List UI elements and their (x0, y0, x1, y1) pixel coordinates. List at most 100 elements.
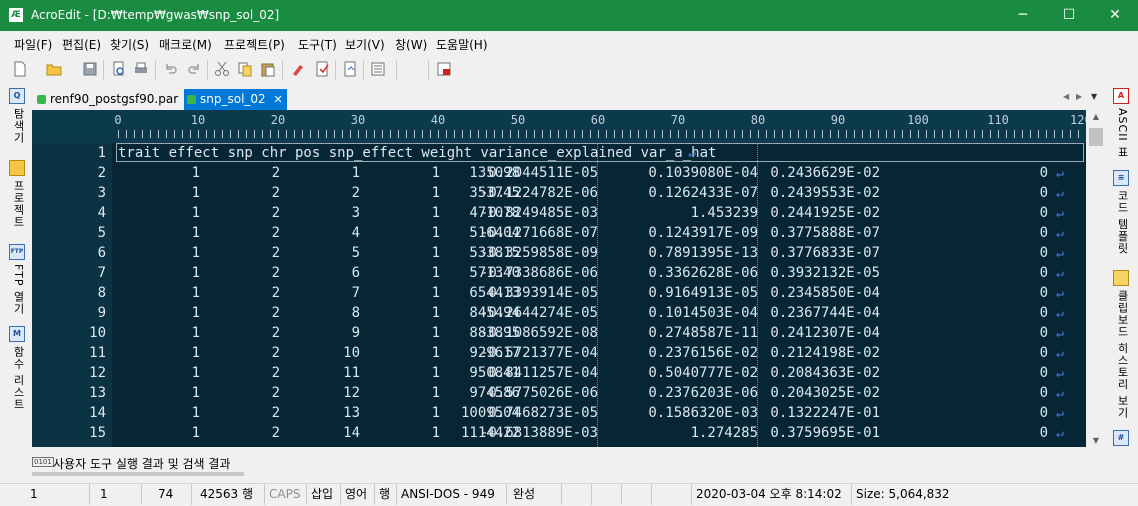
newline-marker-icon: ↵ (1056, 206, 1064, 221)
newline-marker-icon: ↵ (1056, 326, 1064, 341)
right-side-panel: A ASCII 표 ≡ 코드 템플릿 클립보드 히스토리 보기 # (1107, 84, 1138, 450)
tab-close-icon[interactable]: ✕ (274, 93, 283, 106)
table-cell: -0.3259858E-09 (479, 245, 598, 261)
menu-view[interactable]: 보기(V) (345, 36, 385, 53)
table-cell: -0.1271668E-07 (479, 225, 598, 241)
open-folder-icon[interactable] (46, 61, 62, 77)
ascii-table-button[interactable]: A ASCII 표 (1113, 88, 1131, 158)
binary-output-icon: 0101 (32, 457, 54, 467)
ftp-panel-button[interactable]: FTP FTP 열기 (9, 244, 27, 315)
print-preview-icon[interactable] (111, 61, 127, 77)
tab-renf90[interactable]: renf90_postgsf90.par (34, 89, 178, 110)
newline-marker-icon: ↵ (688, 146, 696, 161)
tab-snp-sol-02[interactable]: snp_sol_02 ✕ (184, 89, 287, 110)
template-icon: ≡ (1113, 170, 1129, 186)
magnifier-icon: Q (9, 88, 25, 104)
newline-marker-icon: ↵ (1056, 426, 1064, 441)
header-line: trait effect snp chr pos snp_effect weig… (118, 145, 717, 161)
tab-scroll-right-icon[interactable]: ▶ (1076, 92, 1082, 101)
clipboard-icon (1113, 270, 1129, 286)
menu-help[interactable]: 도움말(H) (436, 36, 488, 53)
table-cell: 0.1243917E-09 (648, 225, 758, 241)
table-cell: 0.3759695E-01 (770, 425, 880, 441)
ruler-number: 50 (510, 113, 526, 127)
title-bar: Æ AcroEdit - [D:₩temp₩gwas₩snp_sol_02] ─… (0, 0, 1138, 31)
list-view-icon[interactable] (370, 61, 386, 77)
table-cell: -0.6813889E-03 (479, 425, 598, 441)
newline-marker-icon: ↵ (1056, 286, 1064, 301)
vertical-scrollbar[interactable]: ▲ ▼ (1086, 110, 1106, 447)
status-language: 영어 (341, 484, 375, 505)
status-file-size: Size: 5,064,832 (856, 487, 950, 501)
bookmark-icon[interactable] (314, 61, 330, 77)
output-panel-tab[interactable]: 0101 사용자 도구 실행 결과 및 검색 결과 (32, 450, 1106, 478)
menu-project[interactable]: 프로젝트(P) (224, 36, 285, 53)
close-button[interactable]: ✕ (1092, 0, 1138, 31)
scroll-up-arrow-icon[interactable]: ▲ (1086, 112, 1106, 121)
menu-edit[interactable]: 편집(E) (62, 36, 101, 53)
paste-icon[interactable] (260, 61, 276, 77)
left-side-panel: Q 탐색기 프로젝트 FTP FTP 열기 M 함수 리스트 (0, 84, 32, 450)
document-tab-bar: renf90_postgsf90.par snp_sol_02 ✕ ◀ ▶ ▼ (32, 84, 1107, 110)
status-bar: 1 1 74 42563 행 CAPS 삽입 영어 행 ANSI-DOS - 9… (0, 483, 1138, 506)
function-list-panel-button[interactable]: M 함수 리스트 (9, 326, 27, 411)
table-cell: -0.2644274E-05 (479, 305, 598, 321)
table-cell: -0.1086592E-08 (479, 325, 598, 341)
status-encoding: ANSI-DOS - 949 (397, 484, 507, 505)
table-cell: 0.2084363E-02 (770, 365, 880, 381)
new-file-icon[interactable] (12, 61, 28, 77)
table-cell: -0.5721377E-04 (479, 345, 598, 361)
table-cell: 0.5040777E-02 (648, 365, 758, 381)
hash-button[interactable]: # (1113, 430, 1131, 446)
explorer-panel-button[interactable]: Q 탐색기 (9, 88, 27, 144)
goto-icon[interactable] (342, 61, 358, 77)
table-cell: -0.7338686E-06 (479, 265, 598, 281)
column-ruler: 0 10 20 30 40 50 60 70 80 90 100 110 120 (32, 110, 1092, 143)
table-cell: 0 (1039, 365, 1048, 381)
highlight-icon[interactable] (290, 61, 306, 77)
scroll-down-arrow-icon[interactable]: ▼ (1086, 436, 1106, 445)
table-cell: 0.2044511E-05 (488, 165, 598, 181)
code-template-button[interactable]: ≡ 코드 템플릿 (1113, 170, 1131, 255)
menu-find[interactable]: 찾기(S) (110, 36, 149, 53)
ruler-number: 30 (350, 113, 366, 127)
save-icon[interactable] (82, 61, 98, 77)
table-cell: 0.8411257E-04 (488, 365, 598, 381)
table-cell: 0.2748587E-11 (648, 325, 758, 341)
status-state: 완성 (507, 484, 562, 505)
output-panel-label: 사용자 도구 실행 결과 및 검색 결과 (53, 457, 231, 471)
table-cell: 0 (1039, 225, 1048, 241)
redo-icon[interactable] (186, 61, 202, 77)
table-cell: 0.1039080E-04 (648, 165, 758, 181)
tab-scroll-left-icon[interactable]: ◀ (1063, 92, 1069, 101)
clipboard-history-button[interactable]: 클립보드 히스토리 보기 (1113, 270, 1131, 419)
undo-icon[interactable] (163, 61, 179, 77)
menu-bar: 파일(F) 편집(E) 찾기(S) 매크로(M) 프로젝트(P) 도구(T) 보… (0, 31, 1138, 56)
menu-tools[interactable]: 도구(T) (298, 36, 337, 53)
minimize-button[interactable]: ─ (1000, 0, 1046, 31)
cut-icon[interactable] (214, 61, 230, 77)
tab-list-dropdown-icon[interactable]: ▼ (1091, 92, 1097, 101)
copy-icon[interactable] (237, 61, 253, 77)
table-cell: -0.1224782E-06 (479, 185, 598, 201)
newline-marker-icon: ↵ (1056, 186, 1064, 201)
scrollbar-thumb[interactable] (1089, 128, 1103, 146)
newline-marker-icon: ↵ (1056, 246, 1064, 261)
table-cell: 0.1322247E-01 (770, 405, 880, 421)
toolbar (0, 56, 1138, 84)
maximize-button[interactable]: ☐ (1046, 0, 1092, 31)
print-icon[interactable] (133, 61, 149, 77)
menu-file[interactable]: 파일(F) (14, 36, 52, 53)
newline-marker-icon: ↵ (1056, 226, 1064, 241)
menu-macro[interactable]: 매크로(M) (159, 36, 212, 53)
ruler-number: 20 (270, 113, 286, 127)
status-insert-mode: 삽입 (307, 484, 341, 505)
table-cell: 1.453239 (690, 205, 758, 221)
table-cell: 0 (1039, 185, 1048, 201)
text-editor[interactable]: 0 10 20 30 40 50 60 70 80 90 100 110 120 1 trait eff… (32, 110, 1106, 447)
status-datetime: 2020-03-04 오후 8:14:02 (692, 484, 852, 505)
calendar-icon[interactable] (436, 61, 452, 77)
table-cell: 0.1586320E-03 (648, 405, 758, 421)
menu-window[interactable]: 창(W) (395, 36, 427, 53)
project-panel-button[interactable]: 프로젝트 (9, 160, 27, 228)
